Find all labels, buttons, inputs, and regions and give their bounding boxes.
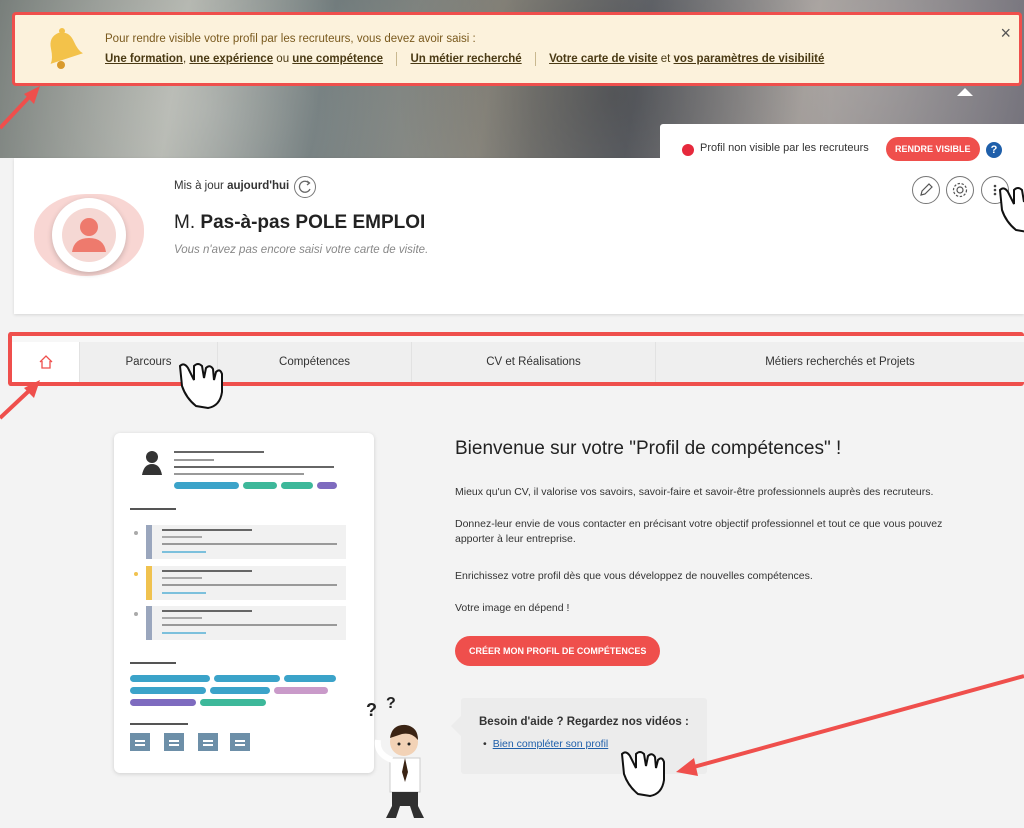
close-icon[interactable]: × [1000, 23, 1011, 44]
tab-metiers-projets[interactable]: Métiers recherchés et Projets [656, 342, 1024, 382]
tab-home[interactable] [12, 342, 80, 382]
pencil-icon [920, 183, 933, 196]
welcome-paragraph-4: Votre image en dépend ! [455, 602, 570, 614]
create-profile-button[interactable]: CRÉER MON PROFIL DE COMPÉTENCES [455, 636, 661, 666]
help-icon[interactable]: ? [986, 142, 1002, 158]
or-text: ou [276, 53, 290, 66]
edit-button[interactable] [912, 176, 940, 204]
bell-icon [50, 28, 83, 69]
more-vertical-icon [993, 184, 997, 196]
welcome-title: Bienvenue sur votre "Profil de compétenc… [455, 438, 842, 459]
tab-cv-realisations[interactable]: CV et Réalisations [412, 342, 656, 382]
help-video-link[interactable]: Bien compléter son profil [483, 738, 609, 750]
status-dot [682, 144, 694, 156]
settings-button[interactable] [946, 176, 974, 204]
and-text: et [660, 53, 671, 66]
notification-text: Pour rendre visible votre profil par les… [105, 33, 476, 45]
comma: , [182, 53, 187, 66]
full-name: Pas-à-pas POLE EMPLOI [200, 212, 426, 233]
gear-icon [952, 182, 968, 198]
link-metier[interactable]: Un métier recherché [410, 53, 521, 65]
updated-prefix: Mis à jour [174, 180, 224, 192]
question-mark-2: ? [386, 695, 396, 712]
profile-tabs: Parcours Compétences CV et Réalisations … [8, 332, 1024, 386]
user-icon [62, 208, 116, 262]
more-options-button[interactable] [981, 176, 1009, 204]
home-icon [39, 355, 52, 369]
tab-parcours[interactable]: Parcours [80, 342, 218, 382]
visibility-notification: Pour rendre visible votre profil par les… [12, 12, 1022, 86]
business-card-hint: Vous n'avez pas encore saisi votre carte… [174, 244, 429, 256]
profile-illustration [114, 433, 374, 773]
profile-card: Mis à jour aujourd'hui M. Pas-à-pas POLE… [14, 158, 1024, 314]
welcome-paragraph-2: Donnez-leur envie de vous contacter en p… [455, 518, 943, 545]
welcome-paragraph-1: Mieux qu'un CV, il valorise vos savoirs,… [455, 486, 934, 498]
help-videos-box: Besoin d'aide ? Regardez nos vidéos : Bi… [451, 698, 707, 774]
divider [534, 52, 536, 66]
annotation-arrow [689, 674, 1024, 770]
profile-name: M. Pas-à-pas POLE EMPLOI [174, 212, 425, 234]
divider [396, 52, 398, 66]
welcome-paragraph-3: Enrichissez votre profil dès que vous dé… [455, 570, 813, 582]
notification-links: Une formation, une expérience ou une com… [105, 52, 824, 66]
link-parametres-visibilite[interactable]: vos paramètres de visibilité [674, 53, 825, 65]
visibility-status-text: Profil non visible par les recruteurs [700, 142, 869, 154]
tab-competences[interactable]: Compétences [218, 342, 412, 382]
visibility-status-popover: Profil non visible par les recruteurs RE… [660, 124, 1024, 170]
question-mark-1: ? [366, 700, 377, 720]
popover-tip [957, 88, 973, 96]
refresh-icon[interactable] [294, 176, 316, 198]
help-title: Besoin d'aide ? Regardez nos vidéos : [479, 716, 689, 728]
updated-value: aujourd'hui [227, 180, 290, 192]
link-experience[interactable]: une expérience [189, 53, 273, 65]
last-updated: Mis à jour aujourd'hui [174, 180, 289, 192]
profile-sketch-image [130, 451, 346, 751]
mascot-illustration: ? ? [366, 695, 424, 818]
civility: M. [174, 212, 196, 233]
make-visible-button[interactable]: RENDRE VISIBLE [886, 137, 980, 161]
link-formation[interactable]: Une formation [105, 53, 183, 65]
annotation-arrow [0, 386, 34, 420]
avatar [52, 198, 126, 272]
link-carte-visite[interactable]: Votre carte de visite [549, 53, 657, 65]
link-competence[interactable]: une compétence [292, 53, 383, 65]
